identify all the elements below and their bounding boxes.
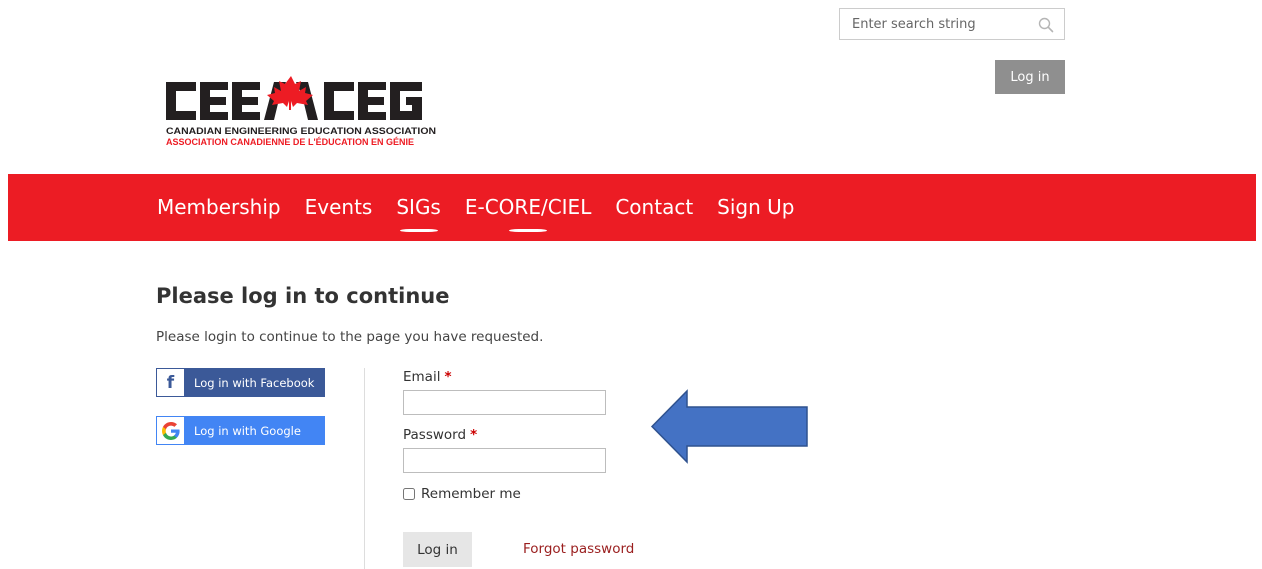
facebook-login-label: Log in with Facebook — [194, 375, 315, 390]
nav-item-e-core-ciel[interactable]: E-CORE/CIEL — [465, 174, 591, 241]
facebook-login-button[interactable]: f Log in with Facebook — [156, 368, 325, 397]
email-label: Email * — [403, 369, 452, 385]
nav-item-contact[interactable]: Contact — [615, 174, 693, 241]
remember-me-checkbox[interactable] — [403, 488, 415, 500]
search-box — [839, 8, 1065, 40]
password-label: Password * — [403, 427, 478, 443]
nav-item-membership[interactable]: Membership — [157, 174, 281, 241]
intro-text: Please login to continue to the page you… — [156, 329, 544, 345]
email-field[interactable] — [403, 390, 606, 415]
facebook-icon: f — [157, 369, 184, 396]
logo-tagline-en: CANADIAN ENGINEERING EDUCATION ASSOCIATI… — [166, 125, 436, 136]
page-title: Please log in to continue — [156, 284, 450, 308]
google-icon — [157, 417, 184, 444]
google-login-label: Log in with Google — [194, 423, 301, 438]
logo-tagline-fr: ASSOCIATION CANADIENNE DE L'ÉDUCATION EN… — [166, 136, 414, 147]
required-mark: * — [470, 427, 478, 443]
header-login-button[interactable]: Log in — [995, 60, 1065, 94]
google-login-button[interactable]: Log in with Google — [156, 416, 325, 445]
login-submit-button[interactable]: Log in — [403, 532, 472, 567]
ceea-aceg-logo[interactable]: CANADIAN ENGINEERING EDUCATION ASSOCIATI… — [166, 76, 440, 148]
search-input[interactable] — [840, 9, 1030, 39]
required-mark: * — [444, 369, 452, 385]
arrow-left-icon — [650, 389, 808, 464]
remember-me[interactable]: Remember me — [403, 486, 521, 502]
main-nav: Membership Events SIGs E-CORE/CIEL Conta… — [8, 174, 1256, 241]
divider — [364, 368, 365, 569]
nav-items: Membership Events SIGs E-CORE/CIEL Conta… — [157, 174, 818, 241]
nav-item-sigs[interactable]: SIGs — [396, 174, 441, 241]
search-icon[interactable] — [1038, 17, 1054, 33]
nav-item-sign-up[interactable]: Sign Up — [717, 174, 794, 241]
remember-me-label: Remember me — [421, 486, 521, 502]
password-field[interactable] — [403, 448, 606, 473]
forgot-password-link[interactable]: Forgot password — [523, 541, 634, 557]
nav-item-events[interactable]: Events — [305, 174, 373, 241]
